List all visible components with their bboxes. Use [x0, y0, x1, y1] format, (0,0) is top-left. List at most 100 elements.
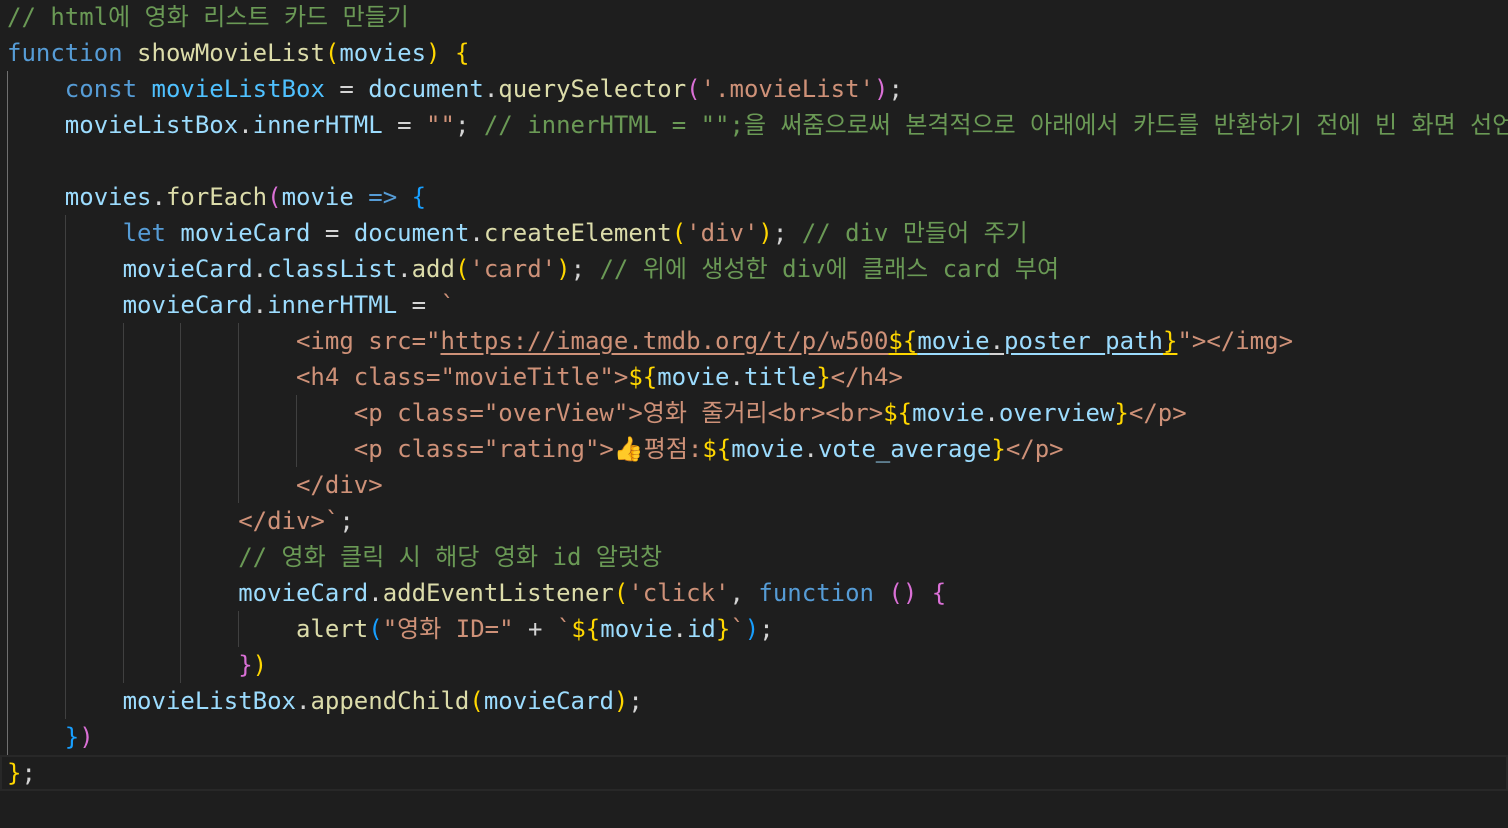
code-line[interactable]: function showMovieList(movies) {: [0, 35, 1508, 71]
indent-guide: [238, 323, 240, 359]
code-line[interactable]: </div>: [0, 467, 1508, 503]
code-line[interactable]: }): [0, 647, 1508, 683]
code-token: // 영화 클릭 시 해당 영화 id 알럿창: [238, 543, 663, 571]
code-token: movieCard: [238, 579, 369, 607]
code-token: .: [729, 363, 744, 391]
indent-guide: [122, 575, 124, 611]
code-line[interactable]: // html에 영화 리스트 카드 만들기: [0, 0, 1508, 35]
code-token: ): [744, 615, 760, 643]
code-line[interactable]: // 영화 클릭 시 해당 영화 id 알럿창: [0, 539, 1508, 575]
code-token: .: [483, 75, 499, 103]
code-line[interactable]: let movieCard = document.createElement('…: [0, 215, 1508, 251]
indent-guide: [7, 251, 8, 287]
code-token: 'card': [469, 255, 557, 283]
code-token: (): [888, 579, 918, 607]
code-editor[interactable]: // html에 영화 리스트 카드 만들기 function showMovie…: [0, 0, 1508, 791]
indent-guide: [122, 323, 124, 359]
code-line[interactable]: movies.forEach(movie => {: [0, 179, 1508, 215]
indent-guide: [64, 287, 66, 323]
code-token: https://image.tmdb.org/t/p/w500: [440, 327, 889, 355]
code-line[interactable]: <h4 class="movieTitle">${movie.title}</h…: [0, 359, 1508, 395]
code-line[interactable]: <p class="rating">👍평점:${movie.vote_avera…: [0, 431, 1508, 467]
code-token: </div>: [295, 471, 383, 499]
code-token: ;: [454, 111, 484, 139]
code-token: movie: [281, 183, 354, 211]
code-token: (: [671, 219, 687, 247]
code-token: showMovieList: [137, 39, 325, 67]
code-token: .: [989, 327, 1005, 355]
code-token: innerHTML: [267, 291, 398, 319]
code-line[interactable]: };: [0, 755, 1508, 791]
indent-guide: [122, 611, 124, 647]
code-token: ): [426, 39, 441, 67]
code-token: =: [382, 111, 427, 139]
indent-guide: [122, 431, 124, 467]
indent-guide: [64, 503, 66, 539]
code-token: (: [267, 183, 282, 211]
indent-guide: [238, 467, 240, 503]
code-token: movie: [917, 327, 990, 355]
code-token: ): [613, 687, 629, 715]
indent-guide: [296, 395, 297, 431]
code-token: movie: [600, 615, 673, 643]
code-line[interactable]: const movieListBox = document.querySelec…: [0, 71, 1508, 107]
code-token: movieListBox: [151, 75, 325, 103]
code-token: =: [397, 291, 441, 319]
indent-guide: [296, 431, 297, 467]
code-line[interactable]: movieListBox.appendChild(movieCard);: [0, 683, 1508, 719]
indent-guide: [7, 539, 8, 575]
code-token: }: [816, 363, 831, 391]
code-token: (: [368, 615, 383, 643]
code-token: ;: [21, 759, 36, 787]
indent-guide: [238, 359, 240, 395]
code-token: .: [252, 255, 268, 283]
code-token: (: [469, 687, 484, 715]
code-token: .: [469, 219, 484, 247]
code-line[interactable]: }): [0, 719, 1508, 755]
code-line[interactable]: movieCard.addEventListener('click', func…: [0, 575, 1508, 611]
indent-guide: [7, 215, 8, 251]
code-token: id: [686, 615, 716, 643]
indent-guide: [64, 251, 66, 287]
code-line[interactable]: alert("영화 ID=" + `${movie.id}`);: [0, 611, 1508, 647]
code-line[interactable]: [0, 143, 1508, 179]
code-token: .: [368, 579, 383, 607]
indent-guide: [7, 179, 8, 215]
code-token: const: [64, 75, 138, 103]
code-line[interactable]: </div>`;: [0, 503, 1508, 539]
code-token: =: [324, 75, 369, 103]
code-line[interactable]: movieCard.classList.add('card'); // 위에 생…: [0, 251, 1508, 287]
indent-guide: [7, 323, 8, 359]
code-line[interactable]: movieCard.innerHTML = `: [0, 287, 1508, 323]
indent-guide: [238, 431, 240, 467]
indent-guide: [64, 575, 66, 611]
code-token: 'click': [628, 579, 730, 607]
code-line[interactable]: <p class="overView">영화 줄거리<br><br>${movi…: [0, 395, 1508, 431]
code-token: movie: [731, 435, 804, 463]
indent-guide: [180, 323, 182, 359]
indent-guide: [7, 467, 8, 503]
indent-guide: [180, 575, 182, 611]
code-token: movieCard: [180, 219, 311, 247]
code-line[interactable]: movieListBox.innerHTML = ""; // innerHTM…: [0, 107, 1508, 143]
code-token: <p class="overView">영화 줄거리<br><br>: [353, 399, 884, 427]
code-token: "영화 ID=": [382, 615, 514, 643]
code-token: <h4 class="movieTitle">: [295, 363, 629, 391]
indent-guide: [180, 467, 182, 503]
indent-guide: [7, 683, 8, 719]
indent-guide: [64, 467, 66, 503]
code-line[interactable]: <img src="https://image.tmdb.org/t/p/w50…: [0, 323, 1508, 359]
indent-guide: [7, 359, 8, 395]
indent-guide: [7, 503, 8, 539]
code-token: ): [873, 75, 889, 103]
code-token: addEventListener: [382, 579, 614, 607]
code-token: movies: [64, 183, 152, 211]
code-token: ,: [729, 579, 759, 607]
code-token: ;: [628, 687, 643, 715]
